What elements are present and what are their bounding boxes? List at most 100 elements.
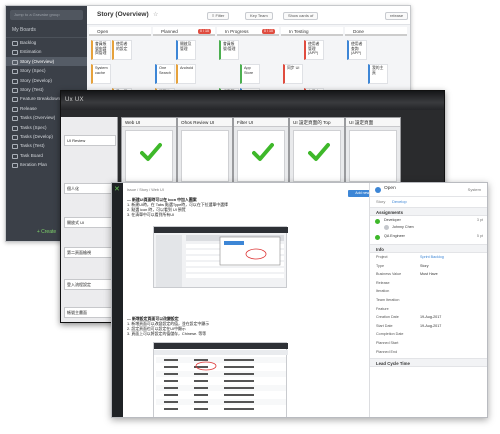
- sidebar-search-input[interactable]: Jump to a Gravatar group: [10, 10, 83, 20]
- show-cards-button[interactable]: Show cards of: [283, 12, 319, 20]
- embedded-screenshot: [153, 226, 288, 288]
- info-value[interactable]: 19-Aug-2017: [420, 313, 441, 322]
- column-screenshot: [181, 130, 229, 182]
- info-label: Team Iteration: [376, 297, 400, 302]
- sidebar-title: My Boards: [6, 24, 87, 38]
- info-label: Release: [376, 280, 390, 285]
- dark-column-header[interactable]: UI 設定頁面的 Top: [290, 118, 344, 127]
- release-button[interactable]: release: [385, 12, 409, 20]
- kanban-card[interactable]: 開啟及管理: [176, 40, 196, 60]
- column-label: Open: [97, 29, 109, 34]
- dark-column-header[interactable]: Web UI: [122, 118, 176, 127]
- left-card[interactable]: 開放式 UI: [64, 217, 116, 228]
- sidebar-item[interactable]: Backlog: [6, 38, 87, 47]
- composite-screenshot: Jump to a Gravatar group My Boards Backl…: [0, 0, 500, 434]
- left-card[interactable]: 登入流程設定: [64, 279, 116, 290]
- info-value[interactable]: Must Have: [420, 270, 438, 279]
- filter-button[interactable]: ≡ Filter: [207, 12, 230, 20]
- assignee-name[interactable]: Johnny Chen: [392, 223, 414, 232]
- dark-left-column: UI Review 個人化開放式 UI 第二頁面檢視 登入流程設定 帳號主畫面: [61, 117, 118, 322]
- info-row: Completion Date: [370, 330, 487, 339]
- kanban-card[interactable]: 會員帳號申請與管理: [91, 40, 111, 60]
- assignee-row[interactable]: Developer 3 pt Johnny Chen: [370, 216, 487, 232]
- assignments-header[interactable]: Assignments: [370, 207, 487, 216]
- dark-column-header[interactable]: Ohos Review UI: [178, 118, 232, 127]
- status-label[interactable]: Open: [384, 186, 396, 191]
- check-mark-icon: [308, 143, 330, 161]
- info-row: Creation Date 19-Aug-2017: [370, 313, 487, 322]
- desc-line: 3. 頁面上可以將設定的值儲存，Chinese. 等等: [127, 331, 207, 336]
- issue-detail-window: ✕ Issue / Story / Web UI Add new piece —…: [111, 182, 488, 418]
- sidebar-item[interactable]: Story (Spec): [6, 66, 87, 75]
- check-mark-icon: [140, 143, 162, 161]
- kanban-card[interactable]: One Search: [155, 64, 175, 84]
- avatar: [384, 225, 389, 230]
- wip-badge: 0 / 10: [198, 29, 211, 34]
- info-value[interactable]: 19-Aug-2017: [420, 322, 441, 331]
- board-column-header[interactable]: In Progress 0 / 10: [217, 27, 279, 36]
- sidebar-item[interactable]: Estimation: [6, 47, 87, 56]
- info-row: Project Sprint Backlog: [370, 253, 487, 262]
- status-header: Open System: [370, 183, 487, 197]
- info-label: Feature: [376, 306, 389, 311]
- column-label: In Progress: [225, 29, 249, 34]
- dark-column-header[interactable]: UI 設定頁面: [346, 118, 400, 127]
- check-mark-icon: [252, 143, 274, 161]
- lead-cycle-header[interactable]: Lead Cycle Time: [370, 358, 487, 368]
- board-header: Story (Overview) ☆ ≡ Filter Key Team Sho…: [87, 6, 410, 25]
- board-column-header[interactable]: Done: [345, 27, 407, 36]
- info-label: Project: [376, 255, 388, 259]
- info-row: Feature: [370, 305, 487, 314]
- key-team-button[interactable]: Key Team: [245, 12, 273, 20]
- left-card[interactable]: 帳號主畫面: [64, 307, 116, 318]
- kanban-card[interactable]: 使用者管理(APP): [304, 40, 324, 60]
- close-icon[interactable]: ✕: [114, 186, 120, 193]
- board-column-header[interactable]: Open: [89, 27, 151, 36]
- board-column-header[interactable]: In Testing: [281, 27, 343, 36]
- kanban-card[interactable]: App Store: [240, 64, 260, 84]
- breadcrumb: Issue / Story / Web UI: [127, 188, 164, 192]
- check-circle-icon: [375, 235, 380, 240]
- left-card[interactable]: 第二頁面檢視: [64, 247, 116, 258]
- info-value[interactable]: Sprint Backlog: [420, 253, 444, 262]
- info-label: Start Date: [376, 323, 393, 328]
- kanban-card[interactable]: 使用者查詢(APP): [347, 40, 367, 60]
- screenshot-thumbnail: [154, 227, 288, 287]
- status-dot-icon: [375, 187, 381, 193]
- priority-badge[interactable]: Develop: [392, 199, 407, 204]
- info-row: Team Iteration: [370, 296, 487, 305]
- info-header[interactable]: Info: [370, 244, 487, 253]
- board-column-header[interactable]: Planned 0 / 10: [153, 27, 215, 36]
- kanban-card[interactable]: 會員帳號/管理: [219, 40, 239, 60]
- info-label: Business Value: [376, 272, 402, 277]
- story-type-label: Story: [376, 199, 386, 204]
- info-label: Completion Date: [376, 332, 404, 337]
- assignee-row[interactable]: QA Engineer 5 pt: [370, 232, 487, 241]
- wip-badge: 0 / 10: [262, 29, 275, 34]
- system-label: System: [467, 187, 481, 192]
- check-circle-icon: [375, 219, 380, 224]
- kanban-card[interactable]: System cache: [91, 64, 111, 84]
- dark-board-header: Ux UX: [61, 91, 444, 110]
- sidebar-item[interactable]: Story (Overview): [6, 56, 87, 67]
- issue-description: — 新建UI頁面時可以在 Icon 中加入圖案 1. 新建UI時，在 Tabs …: [127, 197, 367, 217]
- info-row: Business Value Must Have: [370, 270, 487, 279]
- embedded-table-screenshot: [153, 342, 288, 417]
- info-label: Iteration: [376, 289, 390, 294]
- dark-column-header[interactable]: Filter UI: [234, 118, 288, 127]
- kanban-card[interactable]: 使用者的設定: [112, 40, 132, 60]
- info-value[interactable]: Story: [420, 262, 429, 271]
- left-card[interactable]: UI Review: [64, 135, 116, 146]
- left-card[interactable]: 個人化: [64, 183, 116, 194]
- details-panel: Open System Story Develop Assignments De…: [369, 183, 487, 417]
- assignee-points: 3 pt: [476, 218, 483, 222]
- kanban-card[interactable]: 我的主頁: [368, 64, 388, 84]
- info-row: Type Story: [370, 262, 487, 271]
- info-label: Type: [376, 263, 384, 268]
- sidebar-item[interactable]: Story (Develop): [6, 76, 87, 85]
- issue-description-2: — 新增設定頁面可以改變設定 1. 新增頁面可以改變設定的值，並在設定中顯示 2…: [127, 316, 367, 336]
- kanban-card[interactable]: 同步 UI: [283, 64, 303, 84]
- column-label: Done: [353, 29, 364, 34]
- star-icon[interactable]: ☆: [153, 11, 158, 18]
- kanban-card[interactable]: Android: [176, 64, 196, 84]
